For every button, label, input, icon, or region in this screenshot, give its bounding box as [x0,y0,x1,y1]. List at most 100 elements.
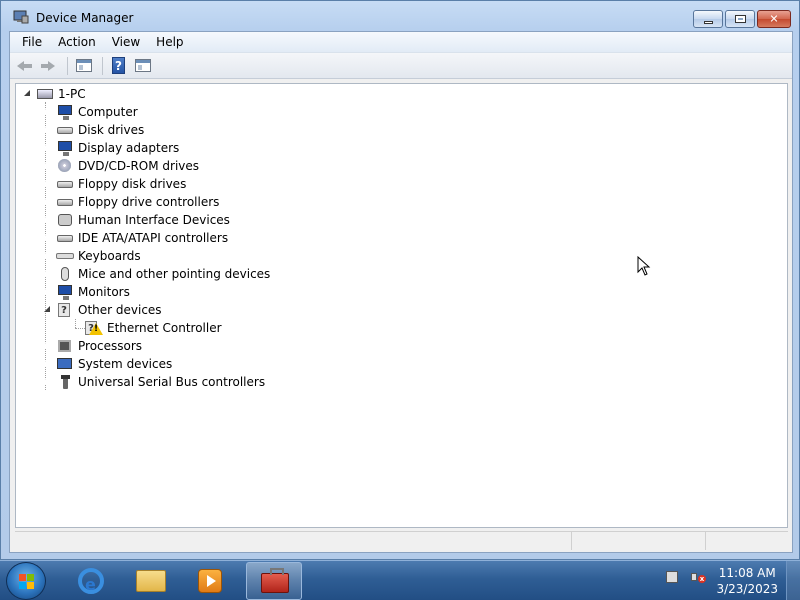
restore-icon [735,15,746,23]
taskbar-media-player[interactable] [182,562,238,600]
help-button[interactable]: ? [108,56,130,76]
tree-item-floppy-drive-controllers[interactable]: Floppy drive controllers [42,193,219,211]
tree-root[interactable]: 1-PC [22,85,86,103]
expand-toggle[interactable] [42,157,52,175]
clock-time: 11:08 AM [718,566,776,580]
tree-item-floppy-disk-drives[interactable]: Floppy disk drives [42,175,186,193]
network-tray-button[interactable] [664,569,682,587]
tree-item-label: System devices [78,357,173,371]
monitor-icon [56,284,74,300]
tree-item-ide-controllers[interactable]: IDE ATA/ATAPI controllers [42,229,228,247]
forward-button[interactable] [38,56,60,76]
device-manager-window: Device Manager ✕ File Action View Help ?… [0,0,800,560]
expand-toggle[interactable] [42,103,52,121]
collapse-toggle[interactable] [42,301,52,319]
windows-explorer-icon [136,570,166,592]
tree-item-processors[interactable]: Processors [42,337,142,355]
taskbar: e x 11:08 AM 3/23/2023 [0,560,800,600]
expand-toggle[interactable] [42,247,52,265]
tree-item-label: Keyboards [78,249,141,263]
notification-area: x [664,569,712,587]
taskbar-windows-explorer[interactable] [122,562,178,600]
internet-explorer-icon: e [78,568,104,594]
expand-toggle[interactable] [42,211,52,229]
device-tree[interactable]: 1-PC Computer Disk drives Display adapte… [15,83,788,528]
tree-item-mice[interactable]: Mice and other pointing devices [42,265,270,283]
tree-item-label: Computer [78,105,138,119]
tree-item-monitors[interactable]: Monitors [42,283,130,301]
media-player-icon [198,569,222,593]
taskbar-device-manager[interactable] [246,562,302,600]
tree-item-system-devices[interactable]: System devices [42,355,172,373]
tree-item-other-devices[interactable]: ? Other devices [42,301,162,319]
maximize-button[interactable] [725,10,755,28]
start-button[interactable] [6,562,46,600]
tree-item-usb-controllers[interactable]: Universal Serial Bus controllers [42,373,265,391]
expand-toggle[interactable] [42,139,52,157]
collapse-toggle[interactable] [22,85,32,103]
tree-item-label: DVD/CD-ROM drives [78,159,200,173]
display-adapter-icon [56,140,74,156]
properties-pane-button[interactable] [132,56,154,76]
expand-toggle[interactable] [42,337,52,355]
back-button[interactable] [14,56,36,76]
tree-item-label: IDE ATA/ATAPI controllers [78,231,229,245]
tree-item-human-interface-devices[interactable]: Human Interface Devices [42,211,230,229]
ide-controller-icon [56,230,74,246]
expand-toggle[interactable] [42,265,52,283]
tree-root-label: 1-PC [58,87,86,101]
expand-toggle[interactable] [42,355,52,373]
floppy-disk-icon [56,176,74,192]
menu-file[interactable]: File [14,32,50,52]
properties-pane-icon [135,58,151,72]
volume-tray-button[interactable]: x [688,569,706,587]
dvd-drive-icon [56,158,74,174]
show-hide-console-tree-icon [76,58,92,72]
tree-item-disk-drives[interactable]: Disk drives [42,121,144,139]
tree-item-computer[interactable]: Computer [42,103,138,121]
expand-toggle[interactable] [42,373,52,391]
tree-item-label: Mice and other pointing devices [78,267,271,281]
window-client-area: File Action View Help ? 1-PC Computer Di… [9,31,793,553]
toolbar-separator [67,56,68,75]
expand-toggle[interactable] [42,175,52,193]
device-manager-toolbox-icon [261,568,289,593]
tree-item-label: Ethernet Controller [107,321,222,335]
tree-item-keyboards[interactable]: Keyboards [42,247,141,265]
help-icon: ? [112,56,125,74]
hid-icon [56,212,74,228]
minimize-button[interactable] [693,10,723,28]
minimize-icon [704,21,713,24]
tree-item-ethernet-controller[interactable]: ?! Ethernet Controller [75,319,222,337]
tree-item-dvd-drives[interactable]: DVD/CD-ROM drives [42,157,199,175]
expand-toggle[interactable] [42,229,52,247]
status-bar-pane [572,532,706,550]
toolbar: ? [10,53,792,79]
expand-toggle[interactable] [42,193,52,211]
title-bar[interactable]: Device Manager ✕ [1,1,799,33]
warning-device-icon: ?! [85,320,103,336]
tree-item-label: Floppy drive controllers [78,195,220,209]
menu-help[interactable]: Help [148,32,191,52]
muted-icon: x [698,575,706,583]
window-title: Device Manager [36,11,134,25]
system-clock[interactable]: 11:08 AM 3/23/2023 [716,565,778,597]
speaker-icon [691,573,697,581]
taskbar-internet-explorer[interactable]: e [62,562,118,600]
mouse-icon [56,266,74,282]
close-icon: ✕ [769,12,779,26]
close-button[interactable]: ✕ [757,10,791,28]
expand-toggle[interactable] [42,283,52,301]
toolbar-separator [102,56,103,75]
menu-view[interactable]: View [104,32,148,52]
show-desktop-button[interactable] [786,561,800,600]
tree-item-display-adapters[interactable]: Display adapters [42,139,179,157]
clock-date: 3/23/2023 [716,582,778,596]
tree-item-label: Display adapters [78,141,180,155]
menu-action[interactable]: Action [50,32,104,52]
floppy-controller-icon [56,194,74,210]
expand-toggle[interactable] [42,121,52,139]
show-hide-console-tree-button[interactable] [73,56,95,76]
computer-icon [56,104,74,120]
system-device-icon [56,356,74,372]
